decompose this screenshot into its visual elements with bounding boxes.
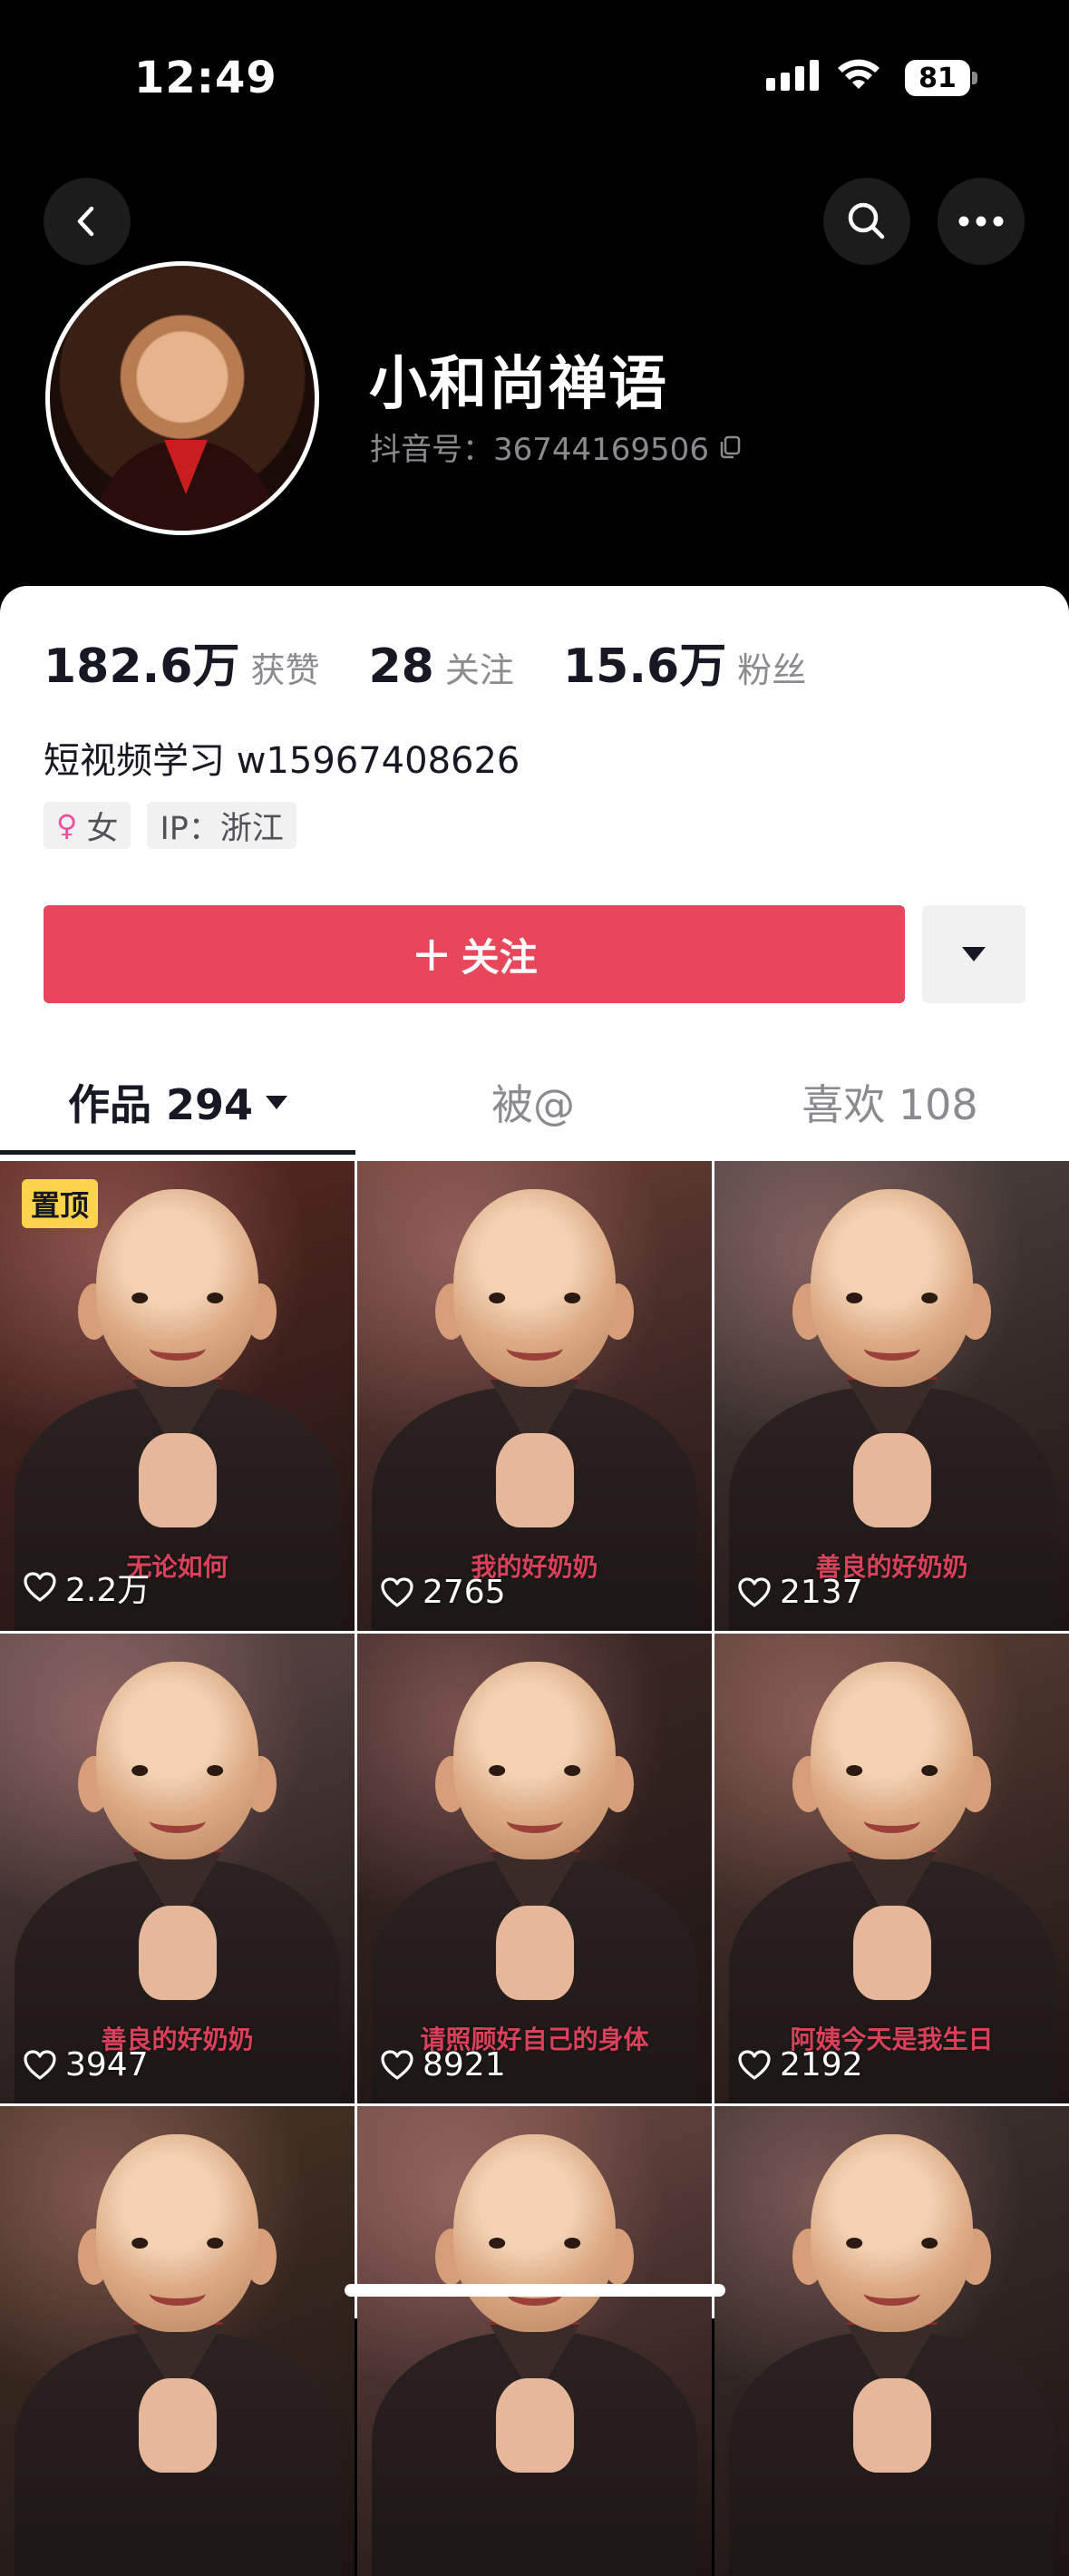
thumbnail-eyes <box>131 1293 224 1304</box>
profile-tags: ♀ 女 IP：浙江 <box>44 802 296 849</box>
douyin-id-text: 抖音号：36744169506 <box>370 432 709 468</box>
tab-likes-label: 喜欢 108 <box>802 1080 978 1129</box>
video-thumbnail[interactable]: 无论如何 置顶 2.2万 <box>0 1161 355 1631</box>
back-button[interactable] <box>44 178 131 265</box>
video-thumbnail[interactable] <box>714 2106 1069 2576</box>
thumbnail-hands <box>852 1906 931 2001</box>
followers-label[interactable]: 粉丝 <box>737 642 806 692</box>
thumbnail-hands <box>495 2378 574 2474</box>
video-like-count: 3947 <box>65 2046 149 2083</box>
video-like-count: 2765 <box>423 1574 506 1611</box>
likes-label[interactable]: 获赞 <box>250 642 319 692</box>
video-like-count: 2192 <box>780 2046 863 2083</box>
video-thumbnail[interactable]: 善良的好奶奶 3947 <box>0 1634 355 2103</box>
heart-icon <box>24 1572 56 1602</box>
thumbnail-eyes <box>488 2238 581 2249</box>
thumbnail-hands <box>138 1433 217 1528</box>
recommend-dropdown-button[interactable] <box>922 905 1025 1003</box>
video-like-count: 2.2万 <box>65 1572 151 1609</box>
video-thumbnail[interactable]: 请照顾好自己的身体 8921 <box>357 1634 712 2103</box>
video-grid: 无论如何 置顶 2.2万 我的好奶奶 2765 善良的好奶奶 2137 善良的好奶奶 3947 请… <box>0 1161 1069 2576</box>
stats-row: 182.6万 获赞 28 关注 15.6万 粉丝 <box>44 628 855 696</box>
video-likes: 2137 <box>738 1574 863 1611</box>
thumbnail-smile <box>149 1808 206 1833</box>
thumbnail-eyes <box>488 1765 581 1777</box>
thumbnail-eyes <box>845 1293 938 1304</box>
following-count[interactable]: 28 <box>369 639 434 694</box>
douyin-id-row[interactable]: 抖音号：36744169506 <box>370 424 743 469</box>
heart-icon <box>24 2049 56 2080</box>
heart-icon <box>738 1576 771 1607</box>
battery-icon: 81 <box>905 60 970 96</box>
search-button[interactable] <box>823 178 910 265</box>
gender-tag-label: 女 <box>86 810 119 847</box>
heart-icon <box>381 2049 413 2080</box>
video-thumbnail[interactable] <box>357 2106 712 2576</box>
home-indicator[interactable] <box>345 2284 725 2297</box>
thumbnail-eyes <box>488 1293 581 1304</box>
followers-count[interactable]: 15.6万 <box>563 628 726 696</box>
caret-down-icon <box>266 1095 288 1109</box>
thumbnail-smile <box>863 2280 920 2306</box>
thumbnail-hands <box>138 2378 217 2474</box>
thumbnail-hands <box>852 2378 931 2474</box>
ip-location-tag: IP：浙江 <box>147 802 296 849</box>
video-like-count: 2137 <box>780 1574 863 1611</box>
thumbnail-smile <box>863 1808 920 1833</box>
follow-button[interactable]: + 关注 <box>44 905 905 1003</box>
video-likes: 8921 <box>381 2046 506 2083</box>
video-like-count: 8921 <box>423 2046 506 2083</box>
female-icon: ♀ <box>56 808 78 843</box>
avatar[interactable] <box>45 261 319 535</box>
thumbnail-eyes <box>845 2238 938 2249</box>
thumbnail-hands <box>495 1433 574 1528</box>
tab-works[interactable]: 作品 294 <box>0 1070 355 1134</box>
more-dots-icon <box>958 216 1004 227</box>
profile-bio: 短视频学习 w15967408626 <box>44 740 520 782</box>
thumbnail-eyes <box>131 2238 224 2249</box>
copy-icon[interactable] <box>716 434 743 461</box>
tab-likes[interactable]: 喜欢 108 <box>711 1070 1069 1134</box>
likes-count[interactable]: 182.6万 <box>44 628 239 696</box>
caret-down-icon <box>962 947 986 961</box>
tab-mentions[interactable]: 被@ <box>355 1070 711 1134</box>
thumbnail-smile <box>506 1808 563 1833</box>
video-likes: 2765 <box>381 1574 506 1611</box>
thumbnail-smile <box>149 1335 206 1361</box>
heart-icon <box>381 1576 413 1607</box>
chevron-left-icon <box>77 206 94 237</box>
tab-active-indicator <box>0 1150 355 1155</box>
thumbnail-hands <box>495 1906 574 2001</box>
video-thumbnail[interactable] <box>0 2106 355 2576</box>
video-likes: 2.2万 <box>24 1564 150 1611</box>
wifi-icon <box>838 59 879 89</box>
ip-tag-label: IP：浙江 <box>160 810 284 847</box>
tab-mentions-label: 被@ <box>491 1080 575 1129</box>
pinned-badge: 置顶 <box>22 1179 99 1228</box>
thumbnail-smile <box>149 2280 206 2306</box>
gender-tag: ♀ 女 <box>44 802 131 849</box>
cellular-signal-icon <box>766 60 819 91</box>
video-thumbnail[interactable]: 阿姨今天是我生日 2192 <box>714 1634 1069 2103</box>
battery-nub <box>972 72 977 84</box>
thumbnail-smile <box>506 1335 563 1361</box>
video-likes: 3947 <box>24 2046 149 2083</box>
thumbnail-hands <box>852 1433 931 1528</box>
thumbnail-eyes <box>131 1765 224 1777</box>
status-time: 12:49 <box>134 53 277 103</box>
heart-icon <box>738 2049 771 2080</box>
following-label[interactable]: 关注 <box>445 642 514 692</box>
video-likes: 2192 <box>738 2046 863 2083</box>
plus-icon: + <box>411 925 452 982</box>
search-icon <box>848 202 885 239</box>
thumbnail-hands <box>138 1906 217 2001</box>
thumbnail-eyes <box>845 1765 938 1777</box>
follow-button-label: 关注 <box>461 934 538 980</box>
video-thumbnail[interactable]: 我的好奶奶 2765 <box>357 1161 712 1631</box>
thumbnail-smile <box>863 1335 920 1361</box>
tab-works-label: 作品 294 <box>67 1080 254 1129</box>
video-thumbnail[interactable]: 善良的好奶奶 2137 <box>714 1161 1069 1631</box>
profile-nickname: 小和尚禅语 <box>369 351 668 418</box>
more-options-button[interactable] <box>938 178 1025 265</box>
